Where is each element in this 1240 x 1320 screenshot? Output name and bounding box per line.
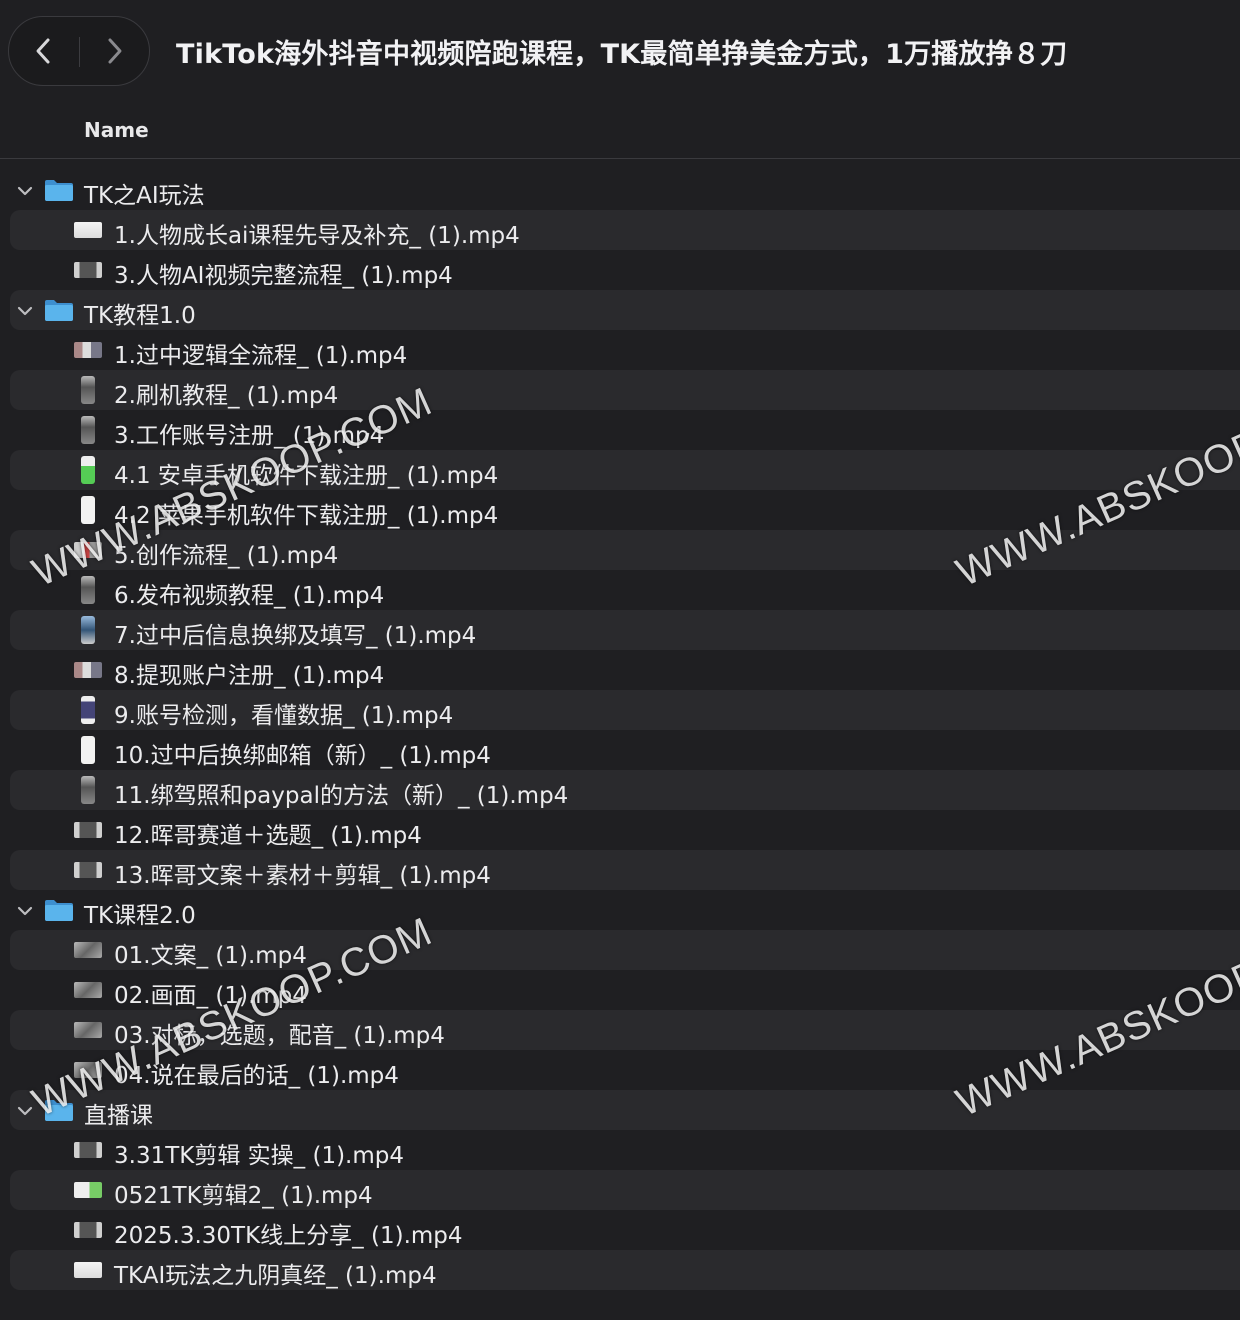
video-thumbnail-icon [74, 342, 102, 358]
video-thumbnail-icon [81, 736, 95, 764]
folder-row[interactable]: TK教程1.0 [0, 290, 1240, 330]
folder-name: TK之AI玩法 [84, 183, 205, 209]
video-thumbnail-icon [81, 616, 95, 644]
name-column-header[interactable]: Name [84, 118, 149, 142]
file-row[interactable]: 6.发布视频教程_ (1).mp4 [0, 570, 1240, 610]
video-thumbnail-icon [74, 222, 102, 238]
video-thumbnail-icon [74, 662, 102, 678]
video-thumbnail-icon [74, 1142, 102, 1158]
video-thumbnail-icon [81, 416, 95, 444]
file-list: TK之AI玩法 1.人物成长ai课程先导及补充_ (1).mp4 3.人物AI视频完… [0, 170, 1240, 1290]
file-name: 2025.3.30TK线上分享_ (1).mp4 [114, 1223, 463, 1249]
file-row[interactable]: 01.文案_ (1).mp4 [0, 930, 1240, 970]
file-row[interactable]: 2025.3.30TK线上分享_ (1).mp4 [0, 1210, 1240, 1250]
file-name: TKAI玩法之九阴真经_ (1).mp4 [114, 1263, 437, 1289]
video-thumbnail-icon [81, 376, 95, 404]
file-row[interactable]: 11.绑驾照和paypal的方法（新）_ (1).mp4 [0, 770, 1240, 810]
file-row[interactable]: 7.过中后信息换绑及填写_ (1).mp4 [0, 610, 1240, 650]
file-name: 3.31TK剪辑 实操_ (1).mp4 [114, 1143, 404, 1169]
disclosure-chevron-down-icon[interactable] [15, 181, 35, 201]
back-button[interactable] [9, 17, 79, 85]
file-row[interactable]: 10.过中后换绑邮箱（新）_ (1).mp4 [0, 730, 1240, 770]
video-thumbnail-icon [81, 576, 95, 604]
file-row[interactable]: 1.人物成长ai课程先导及补充_ (1).mp4 [0, 210, 1240, 250]
chevron-right-icon [108, 38, 122, 64]
file-row[interactable]: 1.过中逻辑全流程_ (1).mp4 [0, 330, 1240, 370]
window-title: TikTok海外抖音中视频陪跑课程，TK最简单挣美金方式，1万播放挣８刀 [176, 39, 1068, 70]
file-name: 3.人物AI视频完整流程_ (1).mp4 [114, 263, 453, 289]
file-name: 6.发布视频教程_ (1).mp4 [114, 583, 385, 609]
video-thumbnail-icon [74, 1022, 102, 1038]
folder-name: TK教程1.0 [84, 303, 196, 329]
folder-icon [45, 180, 73, 201]
file-row[interactable]: 3.工作账号注册_ (1).mp4 [0, 410, 1240, 450]
video-thumbnail-icon [74, 862, 102, 878]
video-thumbnail-icon [74, 822, 102, 838]
video-thumbnail-icon [81, 696, 95, 724]
disclosure-chevron-down-icon[interactable] [15, 1101, 35, 1121]
file-row[interactable]: 02.画面_ (1).mp4 [0, 970, 1240, 1010]
file-name: 1.人物成长ai课程先导及补充_ (1).mp4 [114, 223, 520, 249]
video-thumbnail-icon [74, 942, 102, 958]
video-thumbnail-icon [74, 1222, 102, 1238]
folder-row[interactable]: TK课程2.0 [0, 890, 1240, 930]
file-name: 12.晖哥赛道＋选题_ (1).mp4 [114, 823, 422, 849]
chevron-left-icon [36, 38, 50, 64]
disclosure-chevron-down-icon[interactable] [15, 301, 35, 321]
file-row[interactable]: 8.提现账户注册_ (1).mp4 [0, 650, 1240, 690]
file-row[interactable]: TKAI玩法之九阴真经_ (1).mp4 [0, 1250, 1240, 1290]
folder-row[interactable]: TK之AI玩法 [0, 170, 1240, 210]
file-row[interactable]: 3.31TK剪辑 实操_ (1).mp4 [0, 1130, 1240, 1170]
file-row[interactable]: 0521TK剪辑2_ (1).mp4 [0, 1170, 1240, 1210]
file-name: 1.过中逻辑全流程_ (1).mp4 [114, 343, 408, 369]
file-row[interactable]: 13.晖哥文案＋素材＋剪辑_ (1).mp4 [0, 850, 1240, 890]
file-name: 8.提现账户注册_ (1).mp4 [114, 663, 385, 689]
folder-icon [45, 900, 73, 921]
file-name: 7.过中后信息换绑及填写_ (1).mp4 [114, 623, 477, 649]
file-name: 13.晖哥文案＋素材＋剪辑_ (1).mp4 [114, 863, 491, 889]
video-thumbnail-icon [74, 1182, 102, 1198]
video-thumbnail-icon [81, 496, 95, 524]
file-row[interactable]: 3.人物AI视频完整流程_ (1).mp4 [0, 250, 1240, 290]
forward-button[interactable] [79, 17, 149, 85]
disclosure-chevron-down-icon[interactable] [15, 901, 35, 921]
file-name: 0521TK剪辑2_ (1).mp4 [114, 1183, 373, 1209]
file-name: 9.账号检测，看懂数据_ (1).mp4 [114, 703, 454, 729]
file-name: 01.文案_ (1).mp4 [114, 943, 307, 969]
file-row[interactable]: 9.账号检测，看懂数据_ (1).mp4 [0, 690, 1240, 730]
file-row[interactable]: 12.晖哥赛道＋选题_ (1).mp4 [0, 810, 1240, 850]
file-name: 11.绑驾照和paypal的方法（新）_ (1).mp4 [114, 783, 569, 809]
video-thumbnail-icon [74, 262, 102, 278]
column-header[interactable]: Name [0, 104, 1240, 159]
folder-name: TK课程2.0 [84, 903, 196, 929]
folder-row[interactable]: 直播课 [0, 1090, 1240, 1130]
title-bar: TikTok海外抖音中视频陪跑课程，TK最简单挣美金方式，1万播放挣８刀 [0, 0, 1240, 104]
file-name: 10.过中后换绑邮箱（新）_ (1).mp4 [114, 743, 491, 769]
video-thumbnail-icon [74, 1262, 102, 1278]
folder-icon [45, 300, 73, 321]
video-thumbnail-icon [81, 776, 95, 804]
video-thumbnail-icon [74, 982, 102, 998]
file-row[interactable]: 2.刷机教程_ (1).mp4 [0, 370, 1240, 410]
navigation-pill [8, 16, 150, 86]
file-name: 2.刷机教程_ (1).mp4 [114, 383, 339, 409]
video-thumbnail-icon [81, 456, 95, 484]
